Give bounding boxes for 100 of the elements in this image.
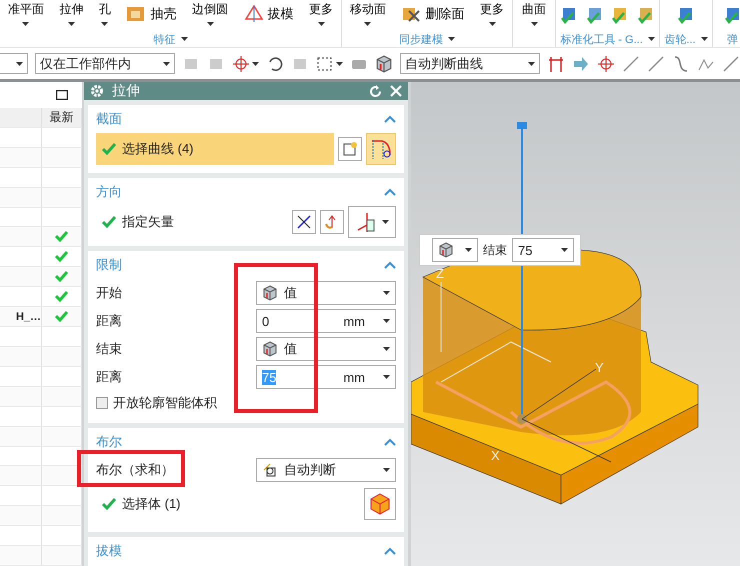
ribbon-button[interactable]: 删除面 [401,5,464,23]
scope-dropdown[interactable]: 仅在工作部件内 [35,53,175,74]
checkbox[interactable] [96,397,108,409]
caret-icon [528,62,535,66]
table-row[interactable] [0,287,82,308]
group-label: 齿轮... [664,32,696,47]
line-icon[interactable] [722,54,740,72]
collapse-icon[interactable] [384,438,396,446]
crosshair-icon[interactable] [597,54,615,72]
wand-icon [262,462,278,478]
settings-icon[interactable] [90,84,104,98]
vector-type-dropdown[interactable] [348,206,396,238]
ribbon-button[interactable]: 抽壳 [126,5,176,23]
sketch-button[interactable] [338,137,362,161]
reverse-direction-button[interactable] [292,210,316,234]
boolean-dropdown[interactable]: 自动判断 [256,458,396,482]
section-title: 方向 [96,183,122,201]
caret-icon [163,62,170,66]
delete-face-icon [401,5,422,23]
caret-icon [101,22,108,26]
group-label: 同步建模 [399,32,443,47]
caret-icon [252,62,259,66]
caret-icon [364,22,372,26]
bar-icon[interactable] [547,54,565,72]
caret-icon [318,22,325,26]
reset-icon[interactable] [369,84,382,98]
cube-icon [375,54,393,72]
caret-icon [382,220,389,224]
ribbon-button[interactable]: 更多 [480,1,504,26]
limit-type-dropdown[interactable]: 值 [256,337,396,361]
ribbon-button[interactable]: 曲面 [522,1,546,26]
section-title: 限制 [96,256,122,274]
ribbon-button[interactable]: 拉伸 [59,1,84,26]
collapse-icon[interactable] [384,188,396,196]
caret-icon [206,22,214,26]
cube-icon [262,341,278,357]
axis-label: Y [595,360,604,375]
group-label: 弹 [727,32,738,47]
cube-icon [438,242,454,258]
caret-icon [16,62,23,66]
table-row[interactable] [0,466,82,486]
table-row[interactable] [0,247,82,268]
select-body-button[interactable] [364,488,396,520]
table-cell-text: H_… [14,310,41,325]
smart-volume-checkbox[interactable]: 开放轮廓智能体积 [96,391,396,415]
caret-icon [383,375,390,379]
box-icon[interactable] [722,5,740,25]
type-filter-dropdown[interactable] [0,53,28,74]
curve-rule-dropdown[interactable]: 自动判断曲线 [400,53,540,74]
close-icon[interactable] [390,85,402,97]
end-value-dropdown[interactable]: 75 [512,238,574,262]
curve-button[interactable] [366,133,396,165]
table-row[interactable] [0,446,82,466]
caret-icon [22,22,30,26]
ribbon-button[interactable]: 准平面 [8,1,44,26]
crosshair-icon[interactable] [232,54,250,72]
collapse-icon[interactable] [384,261,396,269]
caret-icon [383,319,390,323]
collapse-icon[interactable] [384,115,396,123]
caret-icon [68,22,75,26]
limit-type-dropdown[interactable]: 值 [256,281,396,305]
limit-type-dropdown[interactable] [432,238,478,262]
ribbon-button[interactable]: 拔模 [244,5,294,23]
axis-label: X [491,448,500,463]
cube-icon [262,285,278,301]
distance-field[interactable]: 75 mm [256,365,396,389]
curve-icon[interactable] [672,54,690,72]
arrow-icon[interactable] [572,54,590,72]
vector-field[interactable]: 指定矢量 [96,206,288,238]
check-icon [102,498,116,510]
maximize-icon[interactable] [56,90,68,100]
distance-field[interactable]: 0 mm [256,309,396,333]
ribbon-button[interactable]: 孔 [98,1,111,26]
group-label: 特征 [154,32,176,47]
table-row[interactable] [0,227,82,248]
check-icon [102,216,116,228]
dashed-rect-icon[interactable] [316,54,334,72]
selection-field[interactable]: 选择曲线 (4) [96,133,334,165]
vector-dialog-button[interactable] [320,210,344,234]
table-row[interactable] [0,267,82,288]
caret-icon [336,62,343,66]
check-icon [102,143,116,155]
line-icon[interactable] [622,54,640,72]
caret-icon [530,22,538,26]
ribbon-button[interactable]: 移动面 [350,1,386,26]
field-label: 距离 [96,368,122,386]
ribbon-button[interactable]: 边倒圆 [192,1,228,26]
caret-icon [383,347,390,351]
line-icon[interactable] [647,54,665,72]
table-row[interactable]: H_… [0,307,82,328]
group-label: 标准化工具 - G... [560,32,643,47]
column-header[interactable]: 最新 [41,108,82,127]
ribbon-button[interactable]: 更多 [309,1,334,26]
body-selection-field[interactable]: 选择体 (1) [96,488,364,520]
axis-label: Z [436,266,444,281]
field-label: 布尔（求和） [96,461,174,479]
section-title: 截面 [96,110,122,128]
collapse-icon[interactable] [384,547,396,555]
draft-icon [244,5,264,23]
shell-icon [126,5,146,23]
